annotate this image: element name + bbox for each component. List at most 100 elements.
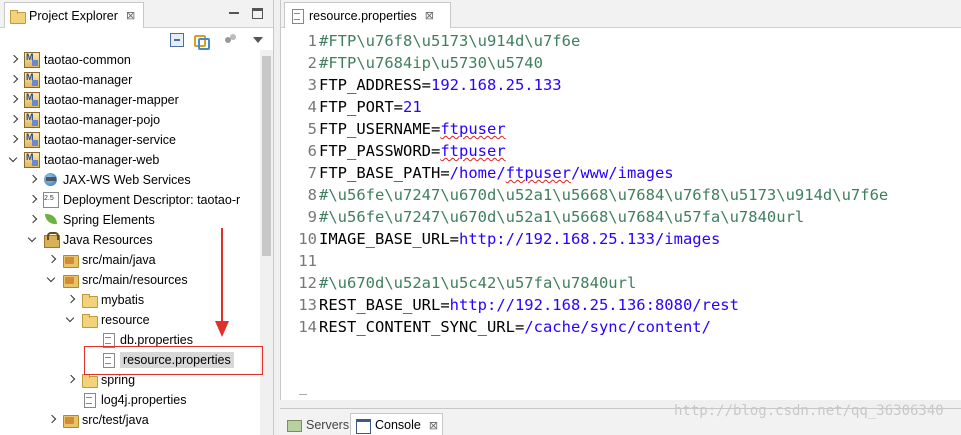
property-key: REST_CONTENT_SYNC_URL= (319, 318, 525, 336)
explorer-tabbar: Project Explorer ⊠ (0, 0, 273, 28)
line-number: 5 (307, 120, 317, 138)
tree-item-label: JAX-WS Web Services (63, 173, 191, 187)
tree-item-label: taotao-common (44, 53, 131, 67)
code-line[interactable]: 13 REST_BASE_URL=http://192.168.25.136:80… (281, 294, 961, 316)
property-value: ftpuser (505, 164, 571, 182)
tree-item[interactable]: taotao-common (0, 50, 260, 70)
code-line[interactable]: 3 FTP_ADDRESS=192.168.25.133 (281, 74, 961, 96)
code-line[interactable]: 9 #\u56fe\u7247\u670d\u52a1\u5668\u7684\u… (281, 206, 961, 228)
maven-project-icon (24, 112, 40, 128)
expand-arrow-icon[interactable] (27, 234, 39, 246)
line-number: 2 (307, 54, 317, 72)
collapse-arrow-icon[interactable] (46, 414, 58, 426)
collapse-arrow-icon[interactable] (27, 174, 39, 186)
tree-item[interactable]: log4j.properties (0, 390, 260, 410)
code-line[interactable]: 4 FTP_PORT=21 (281, 96, 961, 118)
close-icon[interactable]: ⊠ (425, 9, 434, 22)
minimize-icon[interactable] (227, 6, 241, 20)
close-icon[interactable]: ⊠ (429, 419, 438, 432)
annotation-arrow-head (215, 321, 229, 337)
servers-tab-label: Servers (306, 417, 350, 432)
line-text: IMAGE_BASE_URL=http://192.168.25.133/ima… (319, 228, 720, 250)
tree-item[interactable]: taotao-manager-pojo (0, 110, 260, 130)
comment-text: #\u56fe\u7247\u670d\u52a1\u5668\u7684\u5… (319, 208, 805, 226)
tree-item[interactable]: src/test/java (0, 410, 260, 430)
code-line[interactable]: 8 #\u56fe\u7247\u670d\u52a1\u5668\u7684\u… (281, 184, 961, 206)
tab-project-explorer[interactable]: Project Explorer ⊠ (4, 2, 144, 28)
tree-item[interactable]: taotao-manager-web (0, 150, 260, 170)
code-line[interactable]: 6 FTP_PASSWORD=ftpuser (281, 140, 961, 162)
collapse-arrow-icon[interactable] (8, 54, 20, 66)
focus-on-active-task-icon[interactable] (224, 33, 238, 47)
code-line[interactable]: 12 #\u670d\u52a1\u5c42\u57fa\u7840url (281, 272, 961, 294)
line-text: FTP_USERNAME=ftpuser (319, 118, 506, 140)
collapse-all-icon[interactable] (170, 33, 184, 47)
line-number: 3 (307, 76, 317, 94)
collapse-arrow-icon[interactable] (27, 194, 39, 206)
editor-tab-label: resource.properties (309, 8, 417, 23)
close-icon[interactable]: ⊠ (126, 9, 135, 22)
maximize-icon[interactable] (252, 8, 263, 19)
tab-servers[interactable]: Servers (282, 413, 353, 435)
code-line[interactable]: 14 REST_CONTENT_SYNC_URL=/cache/sync/cont… (281, 316, 961, 338)
collapse-arrow-icon[interactable] (8, 134, 20, 146)
line-text: REST_CONTENT_SYNC_URL=/cache/sync/conten… (319, 316, 711, 338)
property-value: http://192.168.25.133/images (458, 230, 721, 248)
collapse-arrow-icon[interactable] (27, 214, 39, 226)
tree-item[interactable]: taotao-manager (0, 70, 260, 90)
project-explorer-icon (9, 8, 26, 24)
tree-item-label: Java Resources (63, 233, 153, 247)
code-line[interactable]: 5 FTP_USERNAME=ftpuser (281, 118, 961, 140)
code-line[interactable]: 10 IMAGE_BASE_URL=http://192.168.25.133/i… (281, 228, 961, 250)
tree-item-label: log4j.properties (101, 393, 187, 407)
property-value: 21 (403, 98, 422, 116)
tree-item[interactable]: taotao-manager-mapper (0, 90, 260, 110)
console-tab-label: Console (375, 418, 421, 432)
collapse-arrow-icon[interactable] (8, 74, 20, 86)
code-line[interactable]: 2 #FTP\u7684ip\u5730\u5740 (281, 52, 961, 74)
property-value: http://192.168.25.136:8080/rest (449, 296, 739, 314)
java-resources-icon (43, 232, 60, 248)
code-line[interactable]: 11 (281, 250, 961, 272)
tree-item[interactable]: JAX-WS Web Services (0, 170, 260, 190)
view-menu-icon[interactable] (253, 37, 263, 43)
maven-project-icon (24, 72, 40, 88)
explorer-scroll-thumb[interactable] (262, 56, 271, 256)
expand-arrow-icon[interactable] (8, 154, 20, 166)
property-value: /www/images (570, 164, 674, 182)
property-value: /cache/sync/content/ (524, 318, 711, 336)
tree-item-label: Deployment Descriptor: taotao-r (63, 193, 241, 207)
tree-item-label: taotao-manager-pojo (44, 113, 161, 127)
maven-project-icon (24, 152, 40, 168)
line-text: #\u56fe\u7247\u670d\u52a1\u5668\u7684\u5… (319, 206, 804, 228)
collapse-arrow-icon[interactable] (8, 94, 20, 106)
expand-arrow-icon[interactable] (46, 274, 58, 286)
tree-item[interactable]: Spring Elements (0, 210, 260, 230)
tab-resource-properties[interactable]: resource.properties ⊠ (284, 2, 451, 28)
collapse-arrow-icon[interactable] (8, 114, 20, 126)
link-with-editor-icon[interactable] (193, 33, 210, 50)
collapse-arrow-icon[interactable] (46, 254, 58, 266)
code-area[interactable]: 1 #FTP\u76f8\u5173\u914d\u7f6e 2 #FTP\u7684… (281, 30, 961, 338)
tree-item-label: src/main/resources (82, 273, 188, 287)
folder-icon (81, 292, 98, 308)
code-line[interactable]: 7 FTP_BASE_PATH=/home/ftpuser/www/images (281, 162, 961, 184)
collapse-arrow-icon[interactable] (65, 374, 77, 386)
editor-panel: resource.properties ⊠ 1 #FTP\u76f8\u5173\… (280, 0, 961, 400)
tree-item-label: src/main/java (82, 253, 156, 267)
tree-item-label: spring (101, 373, 136, 387)
tree-item[interactable]: Deployment Descriptor: taotao-r (0, 190, 260, 210)
tab-console[interactable]: Console ⊠ (350, 413, 444, 435)
jaxws-icon (43, 172, 59, 188)
annotation-arrow (221, 228, 223, 332)
property-key: IMAGE_BASE_URL= (319, 230, 459, 248)
tree-item[interactable]: taotao-manager-service (0, 130, 260, 150)
code-line[interactable]: 1 #FTP\u76f8\u5173\u914d\u7f6e (281, 30, 961, 52)
line-number: 13 (298, 296, 317, 314)
property-value: ftpuser (440, 120, 506, 138)
tree-item-label: taotao-manager-mapper (44, 93, 179, 107)
collapse-arrow-icon[interactable] (65, 294, 77, 306)
expand-arrow-icon[interactable] (65, 314, 77, 326)
